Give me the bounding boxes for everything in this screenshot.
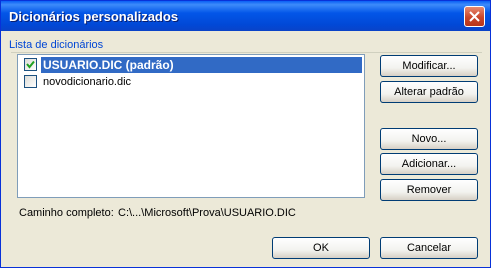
- modify-button[interactable]: Modificar...: [380, 55, 478, 77]
- checkbox-usuario[interactable]: [24, 58, 37, 71]
- add-button[interactable]: Adicionar...: [380, 153, 478, 175]
- group-divider: [11, 52, 482, 53]
- ok-button[interactable]: OK: [272, 237, 370, 259]
- list-item-label: novodicionario.dic: [43, 76, 132, 88]
- close-button[interactable]: [464, 6, 485, 27]
- title-bar[interactable]: Dicionários personalizados: [1, 1, 490, 31]
- list-item-usuario[interactable]: USUARIO.DIC (padrão): [21, 57, 362, 73]
- list-item-novodicionario[interactable]: novodicionario.dic: [21, 74, 362, 90]
- dictionary-list[interactable]: USUARIO.DIC (padrão) novodicionario.dic: [17, 54, 365, 198]
- checkbox-novodicionario[interactable]: [24, 75, 37, 88]
- remove-button[interactable]: Remover: [380, 179, 478, 201]
- list-item-label: USUARIO.DIC (padrão): [41, 57, 362, 73]
- new-button[interactable]: Novo...: [380, 128, 478, 150]
- path-value: C:\...\Microsoft\Prova\USUARIO.DIC: [118, 207, 296, 219]
- window-title: Dicionários personalizados: [9, 9, 179, 24]
- dialog-window: Dicionários personalizados Lista de dici…: [0, 0, 491, 268]
- close-icon: [469, 11, 480, 22]
- group-label: Lista de dicionários: [9, 39, 104, 51]
- checkmark-icon: [26, 60, 35, 69]
- change-default-button[interactable]: Alterar padrão: [380, 81, 478, 103]
- cancel-button[interactable]: Cancelar: [380, 237, 478, 259]
- path-label: Caminho completo:: [19, 207, 114, 219]
